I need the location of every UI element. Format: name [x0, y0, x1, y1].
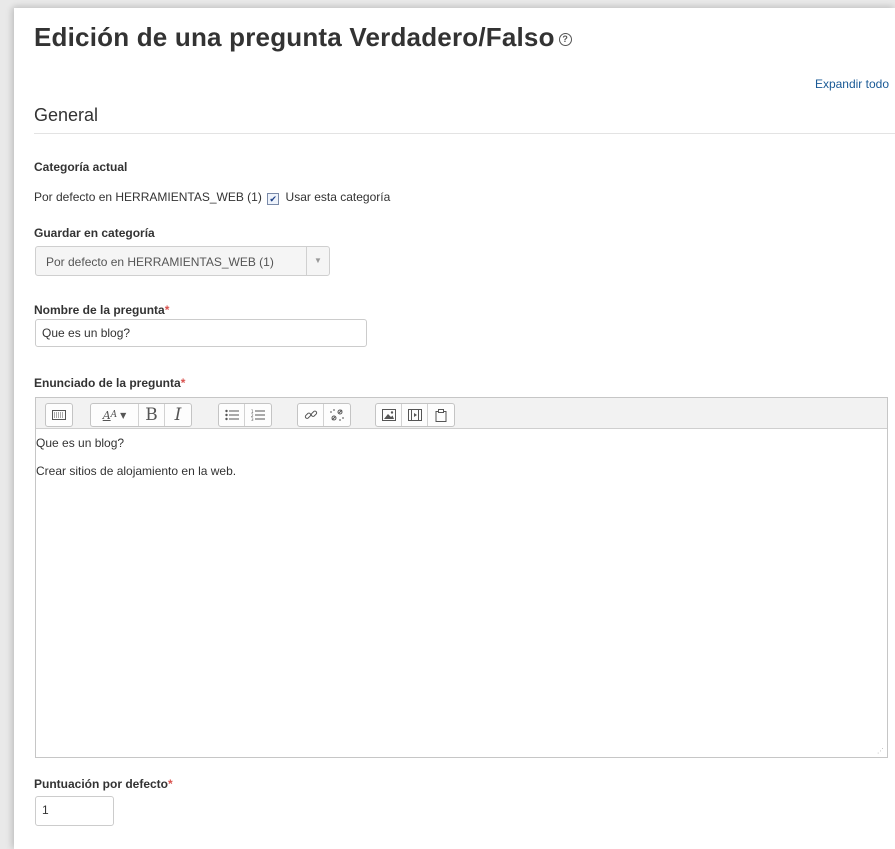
use-category-checkbox[interactable]: ✔ — [267, 193, 280, 205]
media-icon[interactable] — [402, 404, 428, 426]
current-category-row: Por defecto en HERRAMIENTAS_WEB (1) ✔ Us… — [34, 190, 390, 205]
editor-content-line: Que es un blog? — [36, 436, 125, 450]
expand-all-link[interactable]: Expandir todo — [815, 77, 889, 91]
italic-icon[interactable]: I — [165, 404, 191, 426]
bold-icon[interactable]: B — [139, 404, 165, 426]
link-icon[interactable] — [298, 404, 324, 426]
use-category-label[interactable]: Usar esta categoría — [286, 190, 391, 204]
save-category-select[interactable]: Por defecto en HERRAMIENTAS_WEB (1) ▼ — [35, 246, 330, 276]
image-icon[interactable] — [376, 404, 402, 426]
editor-content-line: Crear sitios de alojamiento en la web. — [36, 464, 237, 478]
editor-content-area[interactable]: Que es un blog? Crear sitios de alojamie… — [36, 428, 887, 757]
question-text-editor[interactable]: A A ▼ B I 123 Que es un blog? Crear siti… — [35, 397, 888, 758]
question-circle-icon[interactable]: ? — [558, 32, 572, 46]
default-mark-label: Puntuación por defecto* — [34, 777, 173, 791]
chevron-down-icon[interactable]: ▼ — [306, 247, 329, 275]
current-category-label: Categoría actual — [34, 160, 128, 174]
resize-handle-icon[interactable]: ⋰ — [877, 747, 884, 755]
file-manager-icon[interactable] — [428, 404, 454, 426]
font-style-icon[interactable]: A A ▼ — [91, 404, 139, 426]
question-name-label: Nombre de la pregunta* — [34, 303, 170, 317]
unordered-list-icon[interactable] — [219, 404, 245, 426]
save-category-label: Guardar en categoría — [34, 226, 155, 240]
ordered-list-icon[interactable]: 123 — [245, 404, 271, 426]
toggle-toolbar-icon[interactable] — [46, 404, 72, 426]
svg-text:3: 3 — [251, 417, 254, 421]
question-text-label: Enunciado de la pregunta* — [34, 376, 186, 390]
editor-toolbar: A A ▼ B I 123 — [36, 398, 887, 429]
required-marker: * — [164, 303, 170, 317]
required-marker: * — [180, 376, 186, 390]
toolbar-group-toggle — [45, 403, 73, 427]
toolbar-group-lists: 123 — [218, 403, 272, 427]
toolbar-group-media — [375, 403, 455, 427]
question-name-input[interactable]: Que es un blog? — [35, 319, 367, 347]
section-divider — [34, 133, 895, 134]
toolbar-group-format: A A ▼ B I — [90, 403, 192, 427]
page-title: Edición de una pregunta Verdadero/Falso? — [34, 22, 572, 53]
required-marker: * — [168, 777, 173, 791]
section-title-general[interactable]: General — [34, 105, 98, 126]
unlink-icon[interactable] — [324, 404, 350, 426]
current-category-value: Por defecto en HERRAMIENTAS_WEB (1) — [34, 190, 262, 204]
save-category-value: Por defecto en HERRAMIENTAS_WEB (1) — [46, 255, 274, 269]
toolbar-group-links — [297, 403, 351, 427]
default-mark-input[interactable]: 1 — [35, 796, 114, 826]
page: Edición de una pregunta Verdadero/Falso?… — [14, 8, 895, 849]
